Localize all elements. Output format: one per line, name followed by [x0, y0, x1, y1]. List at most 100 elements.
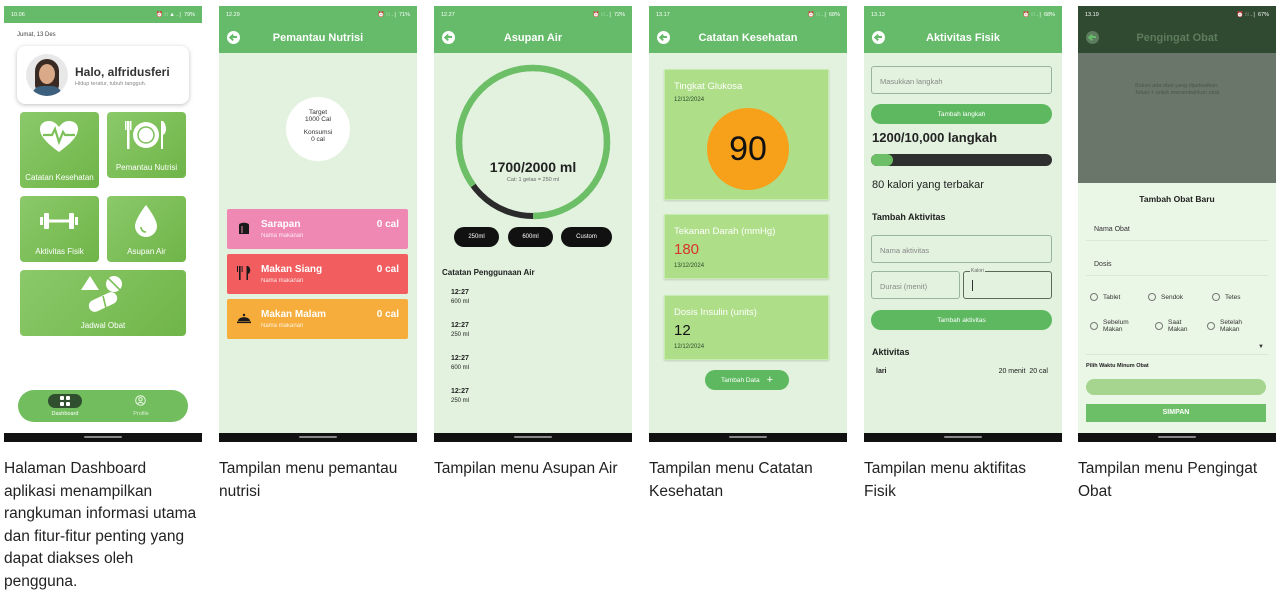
blood-pressure-card[interactable]: Tekanan Darah (mmHg) 180 13/12/2024	[664, 214, 829, 279]
empty-text-1: Belum ada obat yang dijadwalkan.	[1135, 83, 1219, 89]
tile-label: Catatan Kesehatan	[25, 173, 94, 182]
steps-text: 1200/10,000 langkah	[872, 130, 998, 145]
tile-catatan-kesehatan[interactable]: Catatan Kesehatan	[20, 112, 99, 188]
radio-tablet[interactable]: Tablet	[1090, 293, 1120, 301]
add-activity-section-title: Tambah Aktivitas	[872, 212, 946, 222]
meal-name: Makan Siang	[261, 264, 323, 275]
add-250ml-button[interactable]: 250ml	[454, 227, 499, 247]
back-arrow-icon[interactable]	[227, 31, 240, 44]
system-nav-bar	[1078, 433, 1276, 442]
status-bar: 12.27 ⏰ ∷ .❘ 72%	[434, 6, 632, 23]
duration-input[interactable]: Durasi (menit)	[871, 271, 960, 299]
add-activity-button[interactable]: Tambah aktivitas	[871, 310, 1052, 330]
radio-label: Makan	[1168, 326, 1188, 333]
insulin-card[interactable]: Dosis Insulin (units) 12 12/12/2024	[664, 295, 829, 360]
radio-label: Makan	[1103, 326, 1123, 333]
meal-card-makan-malam[interactable]: Makan Malam Nama makanan 0 cal	[227, 299, 408, 339]
target-value: 1000 Cal	[304, 116, 332, 123]
tile-asupan-air[interactable]: Asupan Air	[107, 196, 186, 262]
steps-input[interactable]: Masukkan langkah	[871, 66, 1052, 94]
status-bar: 13.13 ⏰ ∷ .❘ 68%	[864, 6, 1062, 23]
column-obat: 13.19 ⏰ ∷ .❘ 67% Pengingat Obat Belum ad…	[1078, 6, 1276, 503]
nav-profile-label: Profile	[133, 411, 149, 417]
log-time: 12:27	[451, 388, 469, 395]
tile-jadwal-obat[interactable]: Jadwal Obat	[20, 270, 186, 336]
meal-sub: Nama makanan	[261, 233, 304, 239]
log-amount: 600 ml	[451, 364, 470, 371]
meal-card-sarapan[interactable]: Sarapan Nama makanan 0 cal	[227, 209, 408, 249]
radio-sebelum-makan[interactable]: Sebelum Makan	[1090, 319, 1129, 333]
dose-input[interactable]: Dosis	[1086, 250, 1268, 276]
back-arrow-icon[interactable]	[442, 31, 455, 44]
status-time: 13.19	[1085, 11, 1099, 18]
meal-name: Sarapan	[261, 219, 301, 230]
meal-name: Makan Malam	[261, 309, 327, 320]
caption-fisik: Tampilan menu aktifitas Fisik	[864, 460, 1026, 500]
status-time: 10.06	[11, 11, 25, 18]
calorie-input[interactable]: Kalori	[963, 268, 1052, 299]
back-arrow-icon[interactable]	[872, 31, 885, 44]
cutlery-icon	[237, 266, 251, 280]
avatar	[26, 54, 68, 96]
radio-saat-makan[interactable]: Saat Makan	[1155, 319, 1188, 333]
medicine-name-input[interactable]: Nama Obat	[1086, 215, 1268, 241]
radio-label: Tetes	[1225, 293, 1241, 301]
custom-button[interactable]: Custom	[561, 227, 612, 247]
back-arrow-icon[interactable]	[1086, 31, 1099, 44]
status-icons: ⏰ ∷ .❘ 68%	[1022, 11, 1055, 18]
tile-label: Asupan Air	[127, 247, 166, 256]
empty-text-2: Tekan + untuk menambahkan obat	[1134, 90, 1220, 96]
status-time: 13.17	[656, 11, 670, 18]
radio-sendok[interactable]: Sendok	[1148, 293, 1183, 301]
pressure-date: 13/12/2024	[674, 263, 705, 269]
phone-air: 12.27 ⏰ ∷ .❘ 72% Asupan Air 1700/2000 ml…	[434, 6, 632, 442]
app-bar: Pemantau Nutrisi	[219, 23, 417, 53]
phone-dashboard: 10.06 ⏰ ∷ ▲ .❘ 79% Jumat, 13 Des Halo, a…	[4, 6, 202, 442]
radio-label: Tablet	[1103, 293, 1121, 301]
activity-row-duration: 20 menit	[998, 368, 1026, 375]
status-icons: ⏰ ∷ .❘ 72%	[592, 11, 625, 18]
calories-burned-text: 80 kalori yang terbakar	[872, 179, 984, 191]
status-bar: 13.17 ⏰ ∷ .❘ 68%	[649, 6, 847, 23]
nav-profile[interactable]: Profile	[124, 394, 158, 418]
tile-pemantau-nutrisi[interactable]: Pemantau Nutrisi	[107, 112, 186, 178]
konsumsi-label: Konsumsi	[303, 129, 333, 136]
log-amount: 250 ml	[451, 397, 470, 404]
heart-pulse-icon	[40, 121, 78, 152]
nav-dashboard[interactable]: Dashboard	[48, 394, 82, 418]
greeting-text: Halo, alfridusferi	[75, 65, 170, 79]
tile-label: Jadwal Obat	[80, 321, 126, 330]
app-bar: Catatan Kesehatan	[649, 23, 847, 53]
tile-aktivitas-fisik[interactable]: Aktivitas Fisik	[20, 196, 99, 262]
glucose-card[interactable]: Tingkat Glukosa 12/12/2024 90	[664, 69, 829, 200]
meal-value: 0 cal	[376, 264, 399, 275]
greeting-subtext: Hidup teratur, tubuh tangguh.	[75, 81, 147, 87]
column-air: 12.27 ⏰ ∷ .❘ 72% Asupan Air 1700/2000 ml…	[434, 6, 632, 481]
status-icons: ⏰ ∷ .❘ 71%	[377, 11, 410, 18]
caption-air: Tampilan menu Asupan Air	[434, 460, 618, 477]
radio-tetes[interactable]: Tetes	[1212, 293, 1241, 301]
water-note: Cat: 1 gelas = 250 ml	[506, 177, 560, 183]
add-steps-button[interactable]: Tambah langkah	[871, 104, 1052, 124]
system-nav-bar	[649, 433, 847, 442]
add-600ml-button[interactable]: 600ml	[508, 227, 553, 247]
column-nutrisi: 12.29 ⏰ ∷ .❘ 71% Pemantau Nutrisi Target…	[219, 6, 417, 503]
activity-name-input[interactable]: Nama aktivitas	[871, 235, 1052, 263]
add-data-button[interactable]: Tambah Data +	[705, 370, 789, 390]
back-arrow-icon[interactable]	[657, 31, 670, 44]
dumbbell-icon	[40, 213, 78, 229]
time-dropdown[interactable]: ▼	[1086, 341, 1268, 355]
screenshot-collage: 10.06 ⏰ ∷ ▲ .❘ 79% Jumat, 13 Des Halo, a…	[0, 0, 1280, 598]
phone-kesehatan: 13.17 ⏰ ∷ .❘ 68% Catatan Kesehatan Tingk…	[649, 6, 847, 442]
water-drop-icon	[135, 205, 157, 237]
profile-icon	[135, 395, 146, 406]
text-cursor	[972, 280, 973, 291]
sheet-title: Tambah Obat Baru	[1139, 194, 1215, 204]
activity-row[interactable]: lari 20 menit 20 cal	[876, 368, 1048, 375]
radio-setelah-makan[interactable]: Setelah Makan	[1207, 319, 1242, 333]
column-fisik: 13.13 ⏰ ∷ .❘ 68% Aktivitas Fisik Masukka…	[864, 6, 1062, 503]
meal-card-makan-siang[interactable]: Makan Siang Nama makanan 0 cal	[227, 254, 408, 294]
time-input[interactable]	[1086, 379, 1266, 395]
water-progress-ring	[455, 64, 611, 220]
save-button[interactable]: SIMPAN	[1086, 404, 1266, 422]
